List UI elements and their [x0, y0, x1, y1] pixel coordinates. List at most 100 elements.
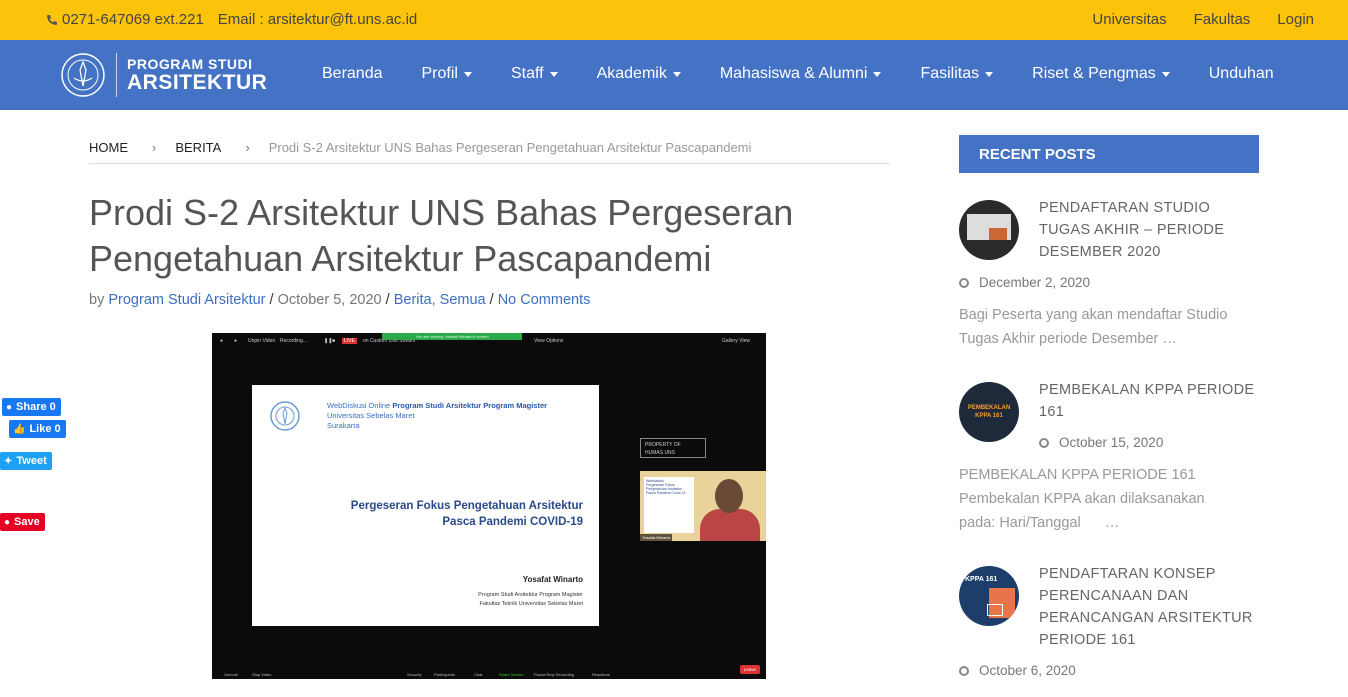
post-2-title-line: 161 [1039, 404, 1065, 420]
camera-name: Yosafat Winarto [640, 534, 673, 541]
nav-label: Mahasiswa & Alumni [719, 65, 868, 82]
zoom-view-options: View Options [534, 338, 564, 344]
slide-aff-2: Fakultas Teknik Universitas Sebelas Mare… [479, 601, 583, 607]
uns-seal-icon [270, 401, 300, 431]
camera-paper: Webdiskusi Pergeseran Fokus Pengetahuan … [644, 477, 694, 533]
nav-item-riset-pengmas[interactable]: Riset & Pengmas [1032, 65, 1170, 83]
pinterest-icon: ● [4, 516, 11, 528]
post-3-title-line: PERENCANAAN DAN [1039, 588, 1189, 604]
top-bar: 0271-647069 ext.221 Email : arsitektur@f… [0, 0, 1348, 40]
nav-item-unduhan[interactable]: Unduhan [1209, 65, 1274, 83]
post-1-excerpt-line: Bagi Peserta yang akan mendaftar Studio [959, 307, 1228, 323]
facebook-like-button[interactable]: 👍 Like 0 [9, 420, 66, 438]
slide-head-3: Surakarta [327, 421, 360, 430]
post-thumbnail-3[interactable]: KPPA 161 [959, 566, 1019, 626]
post-thumbnail-1[interactable] [959, 200, 1019, 260]
meta-slash: / [385, 292, 390, 308]
post-title-3[interactable]: PENDAFTARAN KONSEP PERENCANAAN DAN PERAN… [1039, 563, 1253, 651]
post-excerpt-1: Bagi Peserta yang akan mendaftar Studio … [959, 303, 1227, 351]
article-title: Prodi S-2 Arsitektur UNS Bahas Pergesera… [89, 192, 794, 279]
phone-icon [47, 14, 57, 25]
zoom-chat: Chat [474, 672, 483, 677]
property-line-2: HUMAS UNS [645, 450, 676, 456]
phone-text: 0271-647069 ext.221 [62, 11, 204, 28]
nav-item-staff[interactable]: Staff [511, 65, 558, 83]
zoom-unpin: Unpin Video [248, 338, 276, 344]
category-semua-link[interactable]: Semua [440, 292, 486, 308]
post-2-excerpt-line: pada: Hari/Tanggal … [959, 515, 1120, 531]
nav-item-beranda[interactable]: Beranda [322, 65, 383, 83]
post-3-title-line: PERANCANGAN ARSITEKTUR [1039, 610, 1253, 626]
slide-head-2: Universitas Sebelas Maret [327, 411, 415, 420]
post-excerpt-2: PEMBEKALAN KPPA PERIODE 161 Pembekalan K… [959, 463, 1205, 535]
zoom-green-icon: ● [234, 338, 238, 344]
category-berita-link[interactable]: Berita [394, 292, 432, 308]
zoom-recording: Recording... [280, 338, 307, 344]
post-thumbnail-2[interactable]: PEMBEKALAN KPPA 161 [959, 382, 1019, 442]
slide-speaker: Yosafat Winarto [522, 575, 583, 584]
nav-label: Unduhan [1208, 65, 1274, 82]
site-logo[interactable]: PROGRAM STUDI ARSITEKTUR [60, 52, 267, 98]
post-1-title-line: TUGAS AKHIR – PERIODE [1039, 222, 1225, 238]
logo-line-1: PROGRAM STUDI [127, 56, 253, 72]
tweet-button[interactable]: ✦ Tweet [0, 452, 52, 470]
nav-label: Beranda [322, 65, 383, 82]
nav-label: Fasilitas [920, 65, 980, 82]
zoom-viewing-banner: You are viewing Yosafat Winarto's screen [382, 333, 522, 340]
post-3-title-line: PERIODE 161 [1039, 632, 1136, 648]
post-date: October 5, 2020 [277, 292, 382, 308]
property-line-1: PROPERTY OF [645, 442, 681, 448]
slide-title-1: Pergeseran Fokus Pengetahuan Arsitektur [350, 500, 583, 512]
speaker-face [715, 479, 743, 513]
facebook-icon: ● [6, 401, 13, 413]
nav-item-mahasiswa-alumni[interactable]: Mahasiswa & Alumni [720, 65, 882, 83]
zoom-reactions: Reactions [592, 672, 610, 677]
facebook-share-button[interactable]: ● Share 0 [2, 398, 61, 416]
breadcrumb-berita[interactable]: BERITA [175, 140, 221, 163]
post-date-2: October 15, 2020 [1039, 435, 1163, 450]
link-universitas[interactable]: Universitas [1092, 11, 1166, 28]
tweet-label: Tweet [16, 455, 47, 467]
author-link[interactable]: Program Studi Arsitektur [108, 292, 265, 308]
contact-info: 0271-647069 ext.221 Email : arsitektur@f… [46, 11, 417, 28]
comments-link[interactable]: No Comments [498, 292, 591, 308]
nav-item-fasilitas[interactable]: Fasilitas [920, 65, 994, 83]
breadcrumb: HOME › BERITA › Prodi S-2 Arsitektur UNS… [89, 140, 890, 164]
property-watermark: PROPERTY OF HUMAS UNS [640, 438, 706, 458]
nav-label: Akademik [596, 65, 667, 82]
zoom-unmute: Unmute [224, 672, 239, 677]
caret-down-icon [1161, 71, 1170, 77]
link-login[interactable]: Login [1277, 11, 1314, 28]
post-3-title-line: PENDAFTARAN KONSEP [1039, 566, 1216, 582]
facebook-like-label: Like 0 [29, 423, 61, 435]
uns-seal-icon [61, 53, 105, 97]
post-date-3: October 6, 2020 [959, 663, 1076, 678]
zoom-participants: Participants [434, 672, 455, 677]
cam-paper-4: Pasca Pandemi Covid-19 [646, 491, 686, 495]
logo-divider [116, 53, 117, 97]
post-title-2[interactable]: PEMBEKALAN KPPA PERIODE 161 [1039, 379, 1254, 423]
breadcrumb-separator: › [245, 140, 250, 155]
pinterest-save-button[interactable]: ● Save [0, 513, 45, 531]
clock-icon [959, 277, 969, 288]
post-2-excerpt-line: Pembekalan KPPA akan dilaksanakan [959, 491, 1205, 507]
thumb-2-text: PEMBEKALAN KPPA 161 [967, 405, 1011, 419]
slide-title: Pergeseran Fokus Pengetahuan Arsitektur … [351, 498, 583, 530]
nav-label: Riset & Pengmas [1032, 65, 1156, 82]
twitter-icon: ✦ [4, 455, 13, 467]
slide-head-1: WebDiskusi Online [327, 401, 393, 410]
speaker-body [700, 509, 760, 541]
speaker-camera: Webdiskusi Pergeseran Fokus Pengetahuan … [640, 471, 766, 541]
zoom-bottom-toolbar: Unmute Stop Video Security Participants … [212, 657, 766, 679]
link-fakultas[interactable]: Fakultas [1194, 11, 1251, 28]
nav-item-profil[interactable]: Profil [422, 65, 472, 83]
post-3-date: October 6, 2020 [979, 663, 1076, 678]
post-title-1[interactable]: PENDAFTARAN STUDIO TUGAS AKHIR – PERIODE… [1039, 197, 1224, 263]
breadcrumb-home[interactable]: HOME [89, 140, 128, 163]
logo-text: PROGRAM STUDI ARSITEKTUR [127, 56, 267, 94]
slide-head-1b: Program Studi Arsitektur Program Magiste… [392, 401, 548, 410]
clock-icon [959, 665, 969, 676]
nav-item-akademik[interactable]: Akademik [597, 65, 681, 83]
article-meta: by Program Studi Arsitektur / October 5,… [89, 292, 590, 308]
breadcrumb-current: Prodi S-2 Arsitektur UNS Bahas Pergesera… [268, 140, 752, 155]
